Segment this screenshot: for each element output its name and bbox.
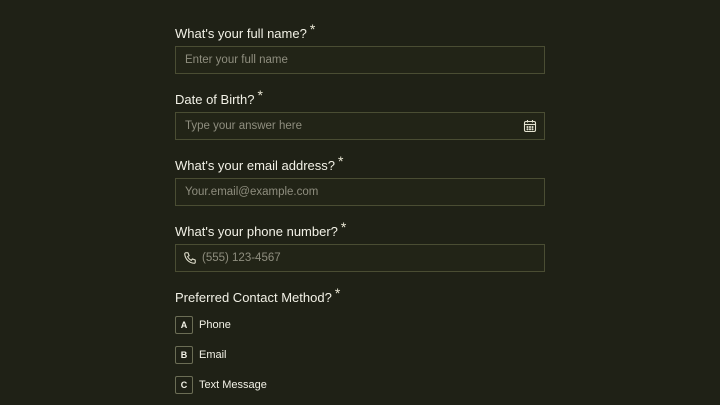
choice-phone[interactable]: A Phone [175, 315, 231, 335]
required-asterisk: * [340, 219, 347, 235]
email-field [175, 178, 545, 206]
contact-method-label: Preferred Contact Method? * [175, 285, 545, 305]
question-contact-method: Preferred Contact Method? * A Phone B Ema… [175, 285, 545, 394]
email-label: What's your email address? * [175, 153, 545, 173]
choice-email[interactable]: B Email [175, 345, 227, 365]
choice-text-message[interactable]: C Text Message [175, 375, 267, 395]
full-name-input[interactable] [176, 47, 544, 73]
email-input[interactable] [176, 179, 544, 205]
choice-key-b: B [175, 346, 193, 364]
date-of-birth-input[interactable] [176, 113, 544, 139]
phone-label: What's your phone number? * [175, 219, 545, 239]
full-name-field [175, 46, 545, 74]
question-date-of-birth: Date of Birth? * [175, 87, 545, 140]
date-of-birth-label: Date of Birth? * [175, 87, 545, 107]
required-asterisk: * [338, 153, 344, 169]
date-of-birth-field [175, 112, 545, 140]
choice-key-c: C [175, 376, 193, 394]
required-asterisk: * [309, 21, 316, 37]
full-name-label: What's your full name? * [175, 21, 545, 41]
question-email: What's your email address? * [175, 153, 545, 206]
question-phone: What's your phone number? * [175, 219, 545, 272]
date-of-birth-label-text: Date of Birth? [175, 92, 255, 107]
phone-input[interactable] [176, 245, 544, 271]
choice-label-phone: Phone [199, 319, 231, 331]
phone-field [175, 244, 545, 272]
choice-label-email: Email [199, 349, 227, 361]
full-name-label-text: What's your full name? [175, 26, 307, 41]
required-asterisk: * [334, 285, 341, 301]
question-full-name: What's your full name? * [175, 21, 545, 74]
calendar-icon[interactable] [523, 119, 537, 133]
choice-key-a: A [175, 316, 193, 334]
phone-label-text: What's your phone number? [175, 224, 338, 239]
email-label-text: What's your email address? [175, 158, 335, 173]
contact-method-label-text: Preferred Contact Method? [175, 290, 332, 305]
required-asterisk: * [257, 87, 263, 103]
choice-label-text-message: Text Message [199, 379, 267, 391]
